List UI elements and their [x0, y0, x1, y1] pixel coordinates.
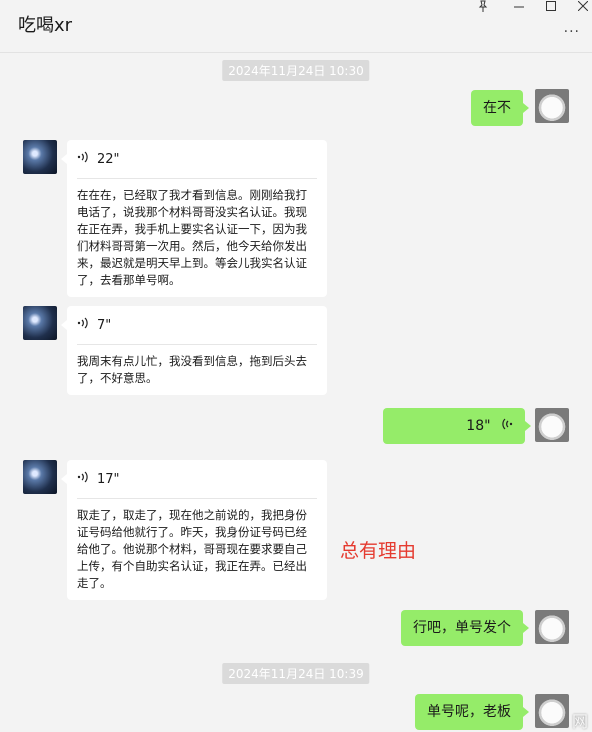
voice-message-card[interactable]: 22" 在在在，已经取了我才看到信息。刚刚给我打电话了，说我那个材料哥哥没实名认…: [61, 140, 327, 297]
more-options-button[interactable]: ···: [564, 24, 580, 40]
voice-message-row[interactable]: 22": [77, 140, 317, 179]
close-icon[interactable]: [577, 0, 589, 13]
voice-wave-icon: [77, 317, 89, 333]
voice-message-sent[interactable]: 18": [383, 408, 531, 444]
voice-transcript: 取走了，取走了，现在他之前说的，我把身份证号码给他就行了。昨天，我身份证号码已经…: [77, 508, 307, 590]
message-bubble-sent[interactable]: 单号呢，老板: [415, 694, 529, 730]
voice-duration: 17": [97, 471, 120, 487]
message-bubble-sent[interactable]: 在不: [471, 90, 529, 126]
voice-wave-icon: [77, 471, 89, 487]
message-text: 单号呢，老板: [427, 704, 511, 720]
voice-message-row[interactable]: 17": [77, 460, 317, 499]
avatar[interactable]: [23, 306, 57, 340]
timestamp: 2024年11月24日 10:39: [222, 663, 370, 684]
minimize-icon[interactable]: [514, 2, 524, 14]
maximize-icon[interactable]: [546, 1, 556, 13]
voice-duration: 22": [97, 151, 120, 167]
message-text: 在不: [483, 100, 511, 116]
red-annotation-text: 总有理由: [340, 540, 417, 562]
voice-transcript: 我周末有点儿忙，我没看到信息，拖到后头去了，不好意思。: [77, 354, 307, 385]
avatar[interactable]: [535, 610, 569, 644]
chat-header: 吃喝xr ···: [0, 0, 592, 53]
avatar[interactable]: [535, 694, 569, 728]
voice-message-card[interactable]: 7" 我周末有点儿忙，我没看到信息，拖到后头去了，不好意思。: [61, 306, 327, 395]
voice-message-row[interactable]: 7": [77, 306, 317, 345]
avatar[interactable]: [23, 140, 57, 174]
avatar[interactable]: [23, 460, 57, 494]
voice-message-card[interactable]: 17" 取走了，取走了，现在他之前说的，我把身份证号码给他就行了。昨天，我身份证…: [61, 460, 327, 600]
voice-wave-icon: [77, 151, 89, 167]
chat-title: 吃喝xr: [18, 15, 73, 36]
pin-icon[interactable]: [478, 0, 488, 14]
avatar[interactable]: [535, 408, 569, 442]
voice-duration: 7": [97, 317, 112, 333]
message-text: 行吧，单号发个: [413, 620, 511, 636]
avatar[interactable]: [535, 89, 569, 123]
voice-transcript: 在在在，已经取了我才看到信息。刚刚给我打电话了，说我那个材料哥哥没实名认证。我现…: [77, 188, 307, 287]
timestamp: 2024年11月24日 10:30: [222, 60, 370, 81]
voice-wave-icon: [501, 408, 513, 444]
voice-duration: 18": [466, 418, 491, 434]
watermark: 网: [571, 712, 588, 731]
message-bubble-sent[interactable]: 行吧，单号发个: [401, 610, 529, 646]
